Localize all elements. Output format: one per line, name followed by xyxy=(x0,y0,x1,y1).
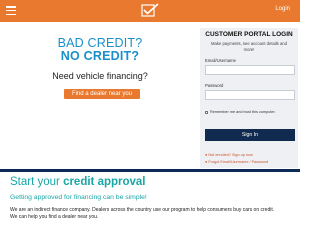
menu-line xyxy=(6,6,16,8)
login-link[interactable]: Login xyxy=(275,6,290,12)
email-label: Email/Username xyxy=(205,58,236,63)
menu-line xyxy=(6,9,16,12)
credit-approval-section: Start your credit approval Getting appro… xyxy=(0,172,300,221)
paragraph-line: We can help you find a dealer near you. xyxy=(10,214,99,220)
remember-me-label: Remember me and trust this computer. xyxy=(210,110,276,114)
forgot-credentials-link[interactable]: ● Forgot Email/Username / Password xyxy=(205,160,268,164)
remember-me-checkbox[interactable] xyxy=(205,110,208,114)
find-dealer-button[interactable]: Find a dealer near you xyxy=(64,89,140,99)
remember-me-row: Remember me and trust this computer. xyxy=(205,110,276,114)
email-field[interactable] xyxy=(205,65,295,75)
section-title-bold: credit approval xyxy=(63,176,146,188)
section-title-plain: Start your xyxy=(10,176,64,188)
section-subtitle: Getting approved for financing can be si… xyxy=(10,194,147,201)
hero-subheadline: Need vehicle financing? xyxy=(52,71,148,81)
password-field[interactable] xyxy=(205,90,295,100)
hero-promo: BAD CREDIT? NO CREDIT? Need vehicle fina… xyxy=(0,22,200,170)
headline-bad-credit: BAD CREDIT? xyxy=(57,36,143,50)
portal-title: CUSTOMER PORTAL LOGIN xyxy=(205,31,293,38)
sign-in-button[interactable]: Sign In xyxy=(205,129,295,141)
hero-section: BAD CREDIT? NO CREDIT? Need vehicle fina… xyxy=(0,22,300,170)
checkmark-logo-icon[interactable] xyxy=(141,3,159,18)
hamburger-menu-icon[interactable] xyxy=(6,6,16,16)
section-title: Start your credit approval xyxy=(10,176,146,188)
paragraph-line: We are an indirect finance company. Deal… xyxy=(10,207,275,213)
menu-line xyxy=(6,13,16,16)
headline-no-credit: NO CREDIT? xyxy=(60,49,140,63)
customer-portal-login-panel: CUSTOMER PORTAL LOGIN Make payments, see… xyxy=(200,28,298,168)
section-paragraph: We are an indirect finance company. Deal… xyxy=(10,207,295,221)
portal-subtitle: Make payments, see account details and m… xyxy=(211,41,287,52)
signup-link[interactable]: ● Not enrolled? Sign up now xyxy=(205,153,253,157)
password-label: Password xyxy=(205,83,224,88)
top-nav-bar: Login xyxy=(0,0,300,22)
forgot-link-label: Forgot Email/Username / Password xyxy=(208,160,269,164)
signup-link-label: Not enrolled? Sign up now xyxy=(208,153,253,157)
